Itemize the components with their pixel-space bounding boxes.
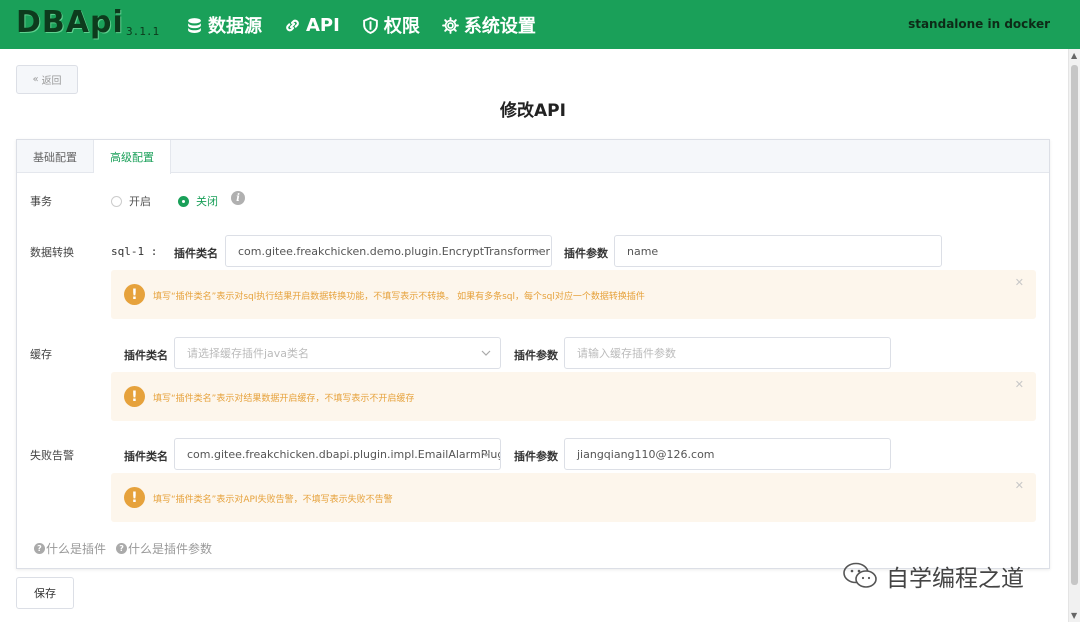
alert-text: 填写“插件类名”表示对API失败告警，不填写表示失败不告警 xyxy=(153,495,393,505)
config-tabs: 基础配置 高级配置 xyxy=(17,140,1049,174)
nav-item-label: API xyxy=(306,14,340,36)
save-button[interactable]: 保存 xyxy=(16,577,74,609)
warning-icon: ! xyxy=(124,487,145,508)
radio-circle xyxy=(111,195,122,207)
alarm-param-label: 插件参数 xyxy=(514,450,558,463)
cache-param-label: 插件参数 xyxy=(514,349,558,362)
back-button[interactable]: « 返回 xyxy=(16,65,78,94)
warning-icon: ! xyxy=(124,284,145,305)
main-nav: 数据源 API 权限 系统设置 xyxy=(186,12,536,38)
app-logo[interactable]: DBApi xyxy=(16,5,124,40)
app-version: 3.1.1 xyxy=(126,25,160,38)
input-placeholder: 请输入缓存插件参数 xyxy=(577,347,676,360)
watermark: 自学编程之道 xyxy=(842,559,1024,593)
tab-basic-config[interactable]: 基础配置 xyxy=(17,140,94,173)
transform-tip-alert: ! 填写“插件类名”表示对sql执行结果开启数据转换功能，不填写表示不转换。 如… xyxy=(111,270,1036,319)
input-value: jiangqiang110@126.com xyxy=(577,447,715,461)
scroll-up-arrow-icon[interactable]: ▲ xyxy=(1071,51,1077,60)
nav-item-label: 权限 xyxy=(383,16,420,37)
close-icon[interactable]: ✕ xyxy=(1015,276,1024,289)
chevron-down-icon xyxy=(532,248,542,254)
page-scrollbar[interactable]: ▲ ▼ xyxy=(1068,49,1080,622)
question-icon: ? xyxy=(116,543,128,554)
nav-item-permission[interactable]: 权限 xyxy=(362,12,420,38)
cache-tip-alert: ! 填写“插件类名”表示对结果数据开启缓存，不填写表示不开启缓存 ✕ xyxy=(111,372,1036,421)
question-icon: ? xyxy=(34,543,45,554)
wechat-icon xyxy=(843,562,877,588)
transform-param-input[interactable]: name xyxy=(614,235,942,267)
help-link-plugin-params[interactable]: ? 什么是插件参数 xyxy=(116,540,212,557)
input-value: name xyxy=(627,244,659,258)
cache-param-input[interactable]: 请输入缓存插件参数 xyxy=(564,337,891,369)
alarm-class-label: 插件类名 xyxy=(124,450,168,463)
select-placeholder: 请选择缓存插件java类名 xyxy=(187,347,310,360)
nav-item-api[interactable]: API xyxy=(284,12,340,38)
nav-item-settings[interactable]: 系统设置 xyxy=(441,12,536,38)
help-link-label: 什么是插件 xyxy=(46,542,107,556)
select-value: com.gitee.freakchicken.dbapi.plugin.impl… xyxy=(187,447,501,461)
page-title: 修改API xyxy=(500,101,566,121)
double-chevron-left-icon: « xyxy=(32,74,39,85)
data-transform-label: 数据转换 xyxy=(30,246,74,259)
radio-circle xyxy=(178,195,189,207)
transform-param-label: 插件参数 xyxy=(564,247,608,260)
warning-icon: ! xyxy=(124,386,145,407)
alert-text: 填写“插件类名”表示对sql执行结果开启数据转换功能，不填写表示不转换。 如果有… xyxy=(153,292,645,302)
radio-label: 开启 xyxy=(129,195,151,208)
info-icon[interactable]: i xyxy=(231,191,245,205)
nav-item-label: 数据源 xyxy=(208,16,262,37)
nav-item-label: 系统设置 xyxy=(463,16,536,37)
alarm-tip-alert: ! 填写“插件类名”表示对API失败告警，不填写表示失败不告警 ✕ xyxy=(111,473,1036,522)
transform-class-label: 插件类名 xyxy=(174,247,218,260)
alarm-label: 失败告警 xyxy=(30,449,74,462)
chevron-down-icon xyxy=(481,451,491,457)
help-links: ? 什么是插件 ? 什么是插件参数 xyxy=(34,540,212,557)
close-icon[interactable]: ✕ xyxy=(1015,378,1024,391)
watermark-text: 自学编程之道 xyxy=(886,566,1024,592)
close-icon[interactable]: ✕ xyxy=(1015,479,1024,492)
chevron-down-icon xyxy=(481,350,491,356)
transaction-radio-off[interactable]: 关闭 xyxy=(178,193,218,209)
help-link-plugin[interactable]: ? 什么是插件 xyxy=(34,540,106,557)
top-nav-bar: DBApi 3.1.1 数据源 API 权限 系统设置 standalone i… xyxy=(0,0,1080,49)
radio-label: 关闭 xyxy=(196,195,218,208)
tab-advanced-config[interactable]: 高级配置 xyxy=(94,140,171,174)
alarm-param-input[interactable]: jiangqiang110@126.com xyxy=(564,438,891,470)
select-value: com.gitee.freakchicken.demo.plugin.Encry… xyxy=(238,244,552,258)
shield-icon xyxy=(362,16,378,34)
database-icon xyxy=(188,17,201,33)
scroll-thumb[interactable] xyxy=(1071,65,1078,585)
alarm-class-select[interactable]: com.gitee.freakchicken.dbapi.plugin.impl… xyxy=(174,438,501,470)
cache-class-label: 插件类名 xyxy=(124,349,168,362)
scroll-down-arrow-icon[interactable]: ▼ xyxy=(1071,611,1077,620)
cache-label: 缓存 xyxy=(30,348,52,361)
link-icon xyxy=(286,19,299,31)
environment-label: standalone in docker xyxy=(908,17,1050,31)
transaction-label: 事务 xyxy=(30,195,52,208)
transaction-radio-on[interactable]: 开启 xyxy=(111,193,151,209)
transform-class-select[interactable]: com.gitee.freakchicken.demo.plugin.Encry… xyxy=(225,235,552,267)
cache-class-select[interactable]: 请选择缓存插件java类名 xyxy=(174,337,501,369)
gear-icon xyxy=(441,16,459,34)
nav-item-datasource[interactable]: 数据源 xyxy=(186,12,262,38)
back-button-label: 返回 xyxy=(41,76,62,87)
alert-text: 填写“插件类名”表示对结果数据开启缓存，不填写表示不开启缓存 xyxy=(153,394,415,404)
sql-index-label: sql-1 : xyxy=(111,245,158,258)
help-link-label: 什么是插件参数 xyxy=(128,542,213,556)
